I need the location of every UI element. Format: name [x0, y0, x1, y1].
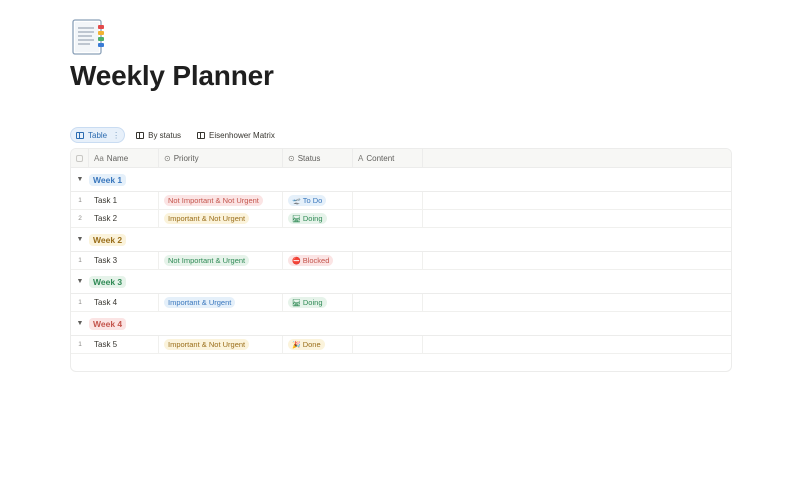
row-number: 1 [78, 197, 82, 204]
status-icon: ⊙ [288, 153, 295, 163]
name-cell[interactable]: Task 1 [89, 191, 159, 210]
row-number: 1 [78, 299, 82, 306]
status-tag: ⛔ Blocked [288, 255, 334, 266]
select-icon: ⊙ [164, 153, 171, 163]
select-all-cell[interactable] [71, 149, 89, 168]
status-tag: 🛫 To Do [288, 195, 327, 206]
tab-table[interactable]: Table ⋮ [70, 127, 126, 143]
row-number: 2 [78, 215, 82, 222]
name-cell[interactable]: Task 2 [89, 209, 159, 228]
column-label: Priority [173, 153, 199, 163]
status-label: Doing [302, 214, 323, 223]
priority-cell[interactable]: Important & Not Urgent [159, 209, 283, 228]
name-cell[interactable]: Task 5 [89, 335, 159, 354]
table-body: ▼ Week 1 1 Task 1 Not Important & Not Urgent… [71, 168, 731, 371]
group-label: Week 1 [89, 173, 127, 186]
table-row[interactable]: 1 Task 5 Important & Not Urgent 🎉 Done [71, 335, 731, 354]
page-title: Weekly Planner [70, 60, 274, 91]
status-emoji-icon: 🎉 [292, 341, 301, 349]
content-cell[interactable] [353, 293, 423, 312]
status-cell[interactable]: ⛔ Blocked [283, 251, 353, 270]
caret-down-icon[interactable]: ▼ [71, 176, 89, 183]
more-options-icon[interactable]: ⋮ [112, 131, 120, 140]
column-header-name[interactable]: Aa Name [89, 149, 159, 168]
table-header: Aa Name ⊙ Priority ⊙ Status A Content [71, 149, 731, 168]
status-label: Done [302, 340, 321, 349]
status-emoji-icon: 🛤 [292, 299, 301, 307]
select-all-checkbox[interactable] [76, 154, 83, 162]
row-number: 1 [78, 341, 82, 348]
priority-cell[interactable]: Not Important & Urgent [159, 251, 283, 270]
caret-down-icon[interactable]: ▼ [71, 320, 89, 327]
table-row[interactable]: 1 Task 1 Not Important & Not Urgent 🛫 To Do [71, 191, 731, 210]
status-tag: 🎉 Done [288, 339, 325, 350]
table-row[interactable]: 1 Task 3 Not Important & Urgent ⛔ Blocked [71, 251, 731, 270]
status-emoji-icon: ⛔ [292, 257, 301, 265]
table-icon [76, 131, 84, 139]
column-label: Content [366, 153, 395, 163]
status-label: To Do [302, 196, 323, 205]
row-number: 1 [78, 257, 82, 264]
status-emoji-icon: 🛫 [292, 197, 301, 205]
empty-row [71, 354, 731, 371]
status-tag: 🛤 Doing [288, 297, 327, 308]
caret-down-icon[interactable]: ▼ [71, 278, 89, 285]
board-icon [136, 131, 145, 139]
content-cell[interactable] [353, 335, 423, 354]
column-header-status[interactable]: ⊙ Status [283, 149, 353, 168]
table-row[interactable]: 2 Task 2 Important & Not Urgent 🛤 Doing [71, 209, 731, 228]
priority-tag: Important & Urgent [164, 297, 236, 308]
title-icon: Aa [94, 153, 104, 163]
priority-cell[interactable]: Important & Not Urgent [159, 335, 283, 354]
tab-label: Eisenhower Matrix [209, 130, 275, 140]
status-label: Blocked [302, 256, 330, 265]
tab-by-status[interactable]: By status [131, 127, 186, 143]
group-header[interactable]: ▼ Week 2 [71, 228, 731, 252]
document-icon [72, 19, 104, 55]
column-label: Name [106, 153, 129, 163]
group-header[interactable]: ▼ Week 4 [71, 312, 731, 336]
group-label: Week 3 [89, 275, 127, 288]
column-label: Status [297, 153, 321, 163]
status-emoji-icon: 🛤 [292, 215, 301, 223]
board-icon [197, 131, 206, 139]
column-header-priority[interactable]: ⊙ Priority [159, 149, 283, 168]
priority-tag: Important & Not Urgent [164, 339, 250, 350]
group-header[interactable]: ▼ Week 1 [71, 168, 731, 192]
name-cell[interactable]: Task 3 [89, 251, 159, 270]
priority-tag: Not Important & Not Urgent [164, 195, 263, 206]
text-icon: A [358, 153, 364, 163]
tab-label: Table [88, 130, 108, 140]
group-header[interactable]: ▼ Week 3 [71, 270, 731, 294]
name-cell[interactable]: Task 4 [89, 293, 159, 312]
content-cell[interactable] [353, 191, 423, 210]
content-cell[interactable] [353, 251, 423, 270]
column-header-content[interactable]: A Content [353, 149, 423, 168]
tab-eisenhower-matrix[interactable]: Eisenhower Matrix [192, 127, 280, 143]
status-cell[interactable]: 🎉 Done [283, 335, 353, 354]
priority-tag: Not Important & Urgent [164, 255, 250, 266]
priority-cell[interactable]: Important & Urgent [159, 293, 283, 312]
tab-label: By status [148, 130, 182, 140]
view-tabs: Table ⋮ By status Eisenhower Matrix [70, 127, 280, 143]
database-table: Aa Name ⊙ Priority ⊙ Status A Content ▼ W… [70, 148, 732, 372]
status-tag: 🛤 Doing [288, 213, 327, 224]
content-cell[interactable] [353, 209, 423, 228]
caret-down-icon[interactable]: ▼ [71, 236, 89, 243]
status-cell[interactable]: 🛤 Doing [283, 209, 353, 228]
priority-tag: Important & Not Urgent [164, 213, 250, 224]
group-label: Week 4 [89, 317, 127, 330]
status-label: Doing [302, 298, 323, 307]
status-cell[interactable]: 🛤 Doing [283, 293, 353, 312]
table-row[interactable]: 1 Task 4 Important & Urgent 🛤 Doing [71, 293, 731, 312]
group-label: Week 2 [89, 233, 127, 246]
priority-cell[interactable]: Not Important & Not Urgent [159, 191, 283, 210]
status-cell[interactable]: 🛫 To Do [283, 191, 353, 210]
